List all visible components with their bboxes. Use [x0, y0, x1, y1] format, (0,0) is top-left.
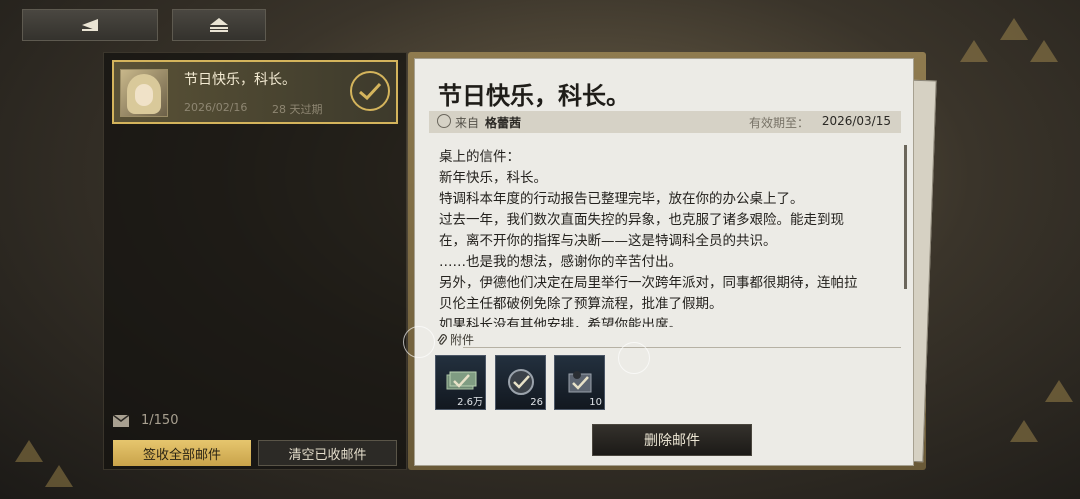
- decor-triangle: [45, 465, 73, 487]
- body-line: 过去一年，我们数次直面失控的异象，也克服了诸多艰险。能走到现: [439, 212, 844, 228]
- claimed-check-icon: [350, 71, 390, 111]
- divider: [463, 347, 901, 348]
- expiry-label: 有效期至：: [748, 116, 809, 130]
- sender-bar: 来自 格蕾茜 有效期至： 2026/03/15: [429, 111, 901, 133]
- home-icon: [210, 18, 228, 32]
- back-button[interactable]: [22, 9, 158, 41]
- back-arrow-icon: [82, 19, 98, 31]
- touch-indicator: [403, 326, 435, 358]
- letter-title: 节日快乐，科长。: [438, 81, 630, 110]
- decor-triangle: [960, 40, 988, 62]
- decor-triangle: [1010, 420, 1038, 442]
- body-line: 贝伦主任都破例免除了预算流程，批准了假期。: [439, 296, 723, 312]
- body-line: 桌上的信件：: [439, 149, 520, 165]
- mail-item-title: 节日快乐，科长。: [184, 72, 296, 88]
- delete-mail-button[interactable]: 删除邮件: [592, 424, 752, 456]
- mail-item-expire: 28 天过期: [272, 103, 323, 116]
- mail-count-text: 1/150: [141, 413, 179, 428]
- body-line: 另外，伊德他们决定在局里举行一次跨年派对，同事都很期待，连帕拉: [439, 275, 858, 291]
- user-icon: [437, 114, 451, 128]
- attachments-label: 附件: [450, 333, 475, 347]
- letter-body[interactable]: 桌上的信件： 新年快乐，科长。 特调科本年度的行动报告已整理完毕，放在你的办公桌…: [439, 147, 901, 327]
- sender-name: 格蕾茜: [485, 116, 522, 130]
- attachment-qty: 26: [530, 397, 543, 408]
- badge-token-icon: [508, 369, 534, 395]
- attachment-item[interactable]: 26: [495, 355, 546, 410]
- mail-item-date: 2026/02/16: [184, 101, 248, 114]
- body-line: 在，离不开你的指挥与决断——这是特调科全员的共识。: [439, 233, 777, 249]
- decor-triangle: [1000, 18, 1028, 40]
- mail-count: 1/150: [113, 413, 178, 428]
- attachment-qty: 2.6万: [457, 397, 483, 408]
- decor-triangle: [1045, 380, 1073, 402]
- envelope-icon: [113, 414, 129, 427]
- body-line: ……也是我的想法，感谢你的辛苦付出。: [439, 254, 682, 270]
- attachment-qty: 10: [589, 397, 602, 408]
- from-label: 来自: [455, 116, 480, 130]
- decor-triangle: [1030, 40, 1058, 62]
- expiry-date: 2026/03/15: [821, 114, 891, 128]
- material-box-icon: [568, 371, 592, 393]
- attachment-item[interactable]: 2.6万: [435, 355, 486, 410]
- body-line: 新年快乐，科长。: [439, 170, 547, 186]
- claim-all-button[interactable]: 签收全部邮件: [113, 440, 251, 466]
- home-button[interactable]: [172, 9, 266, 41]
- attachment-item[interactable]: 10: [554, 355, 605, 410]
- attachments-header: 附件: [437, 331, 474, 348]
- touch-indicator: [618, 342, 650, 374]
- body-line: 如果科长没有其他安排，希望你能出席。: [439, 317, 682, 327]
- paperclip-icon: [437, 333, 447, 345]
- avatar: [120, 69, 168, 117]
- decor-triangle: [15, 440, 43, 462]
- letter-card: 节日快乐，科长。 来自 格蕾茜 有效期至： 2026/03/15 桌上的信件： …: [414, 58, 914, 466]
- clear-claimed-button[interactable]: 清空已收邮件: [258, 440, 397, 466]
- body-line: 特调科本年度的行动报告已整理完毕，放在你的办公桌上了。: [439, 191, 804, 207]
- mail-list-item[interactable]: 节日快乐，科长。 2026/02/16 28 天过期: [112, 60, 398, 124]
- letter-scrollbar[interactable]: [904, 145, 907, 289]
